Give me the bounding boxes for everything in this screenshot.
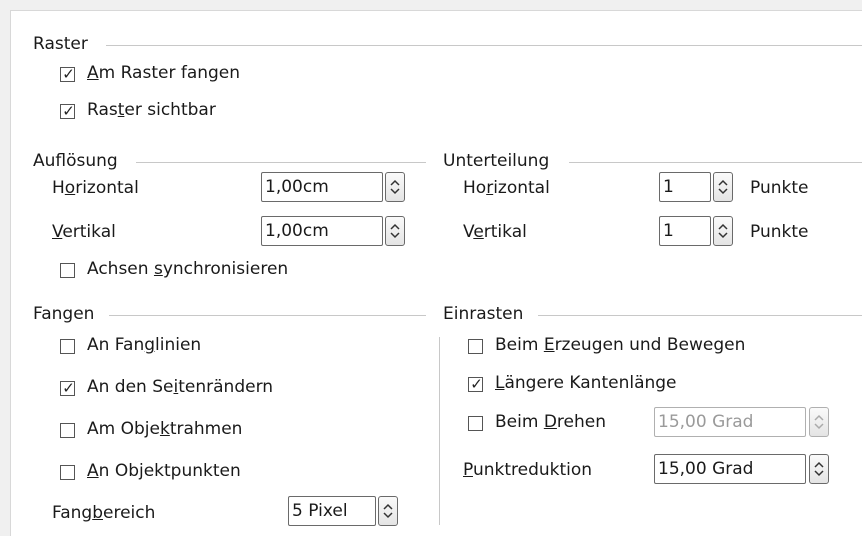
section-divider-snap bbox=[109, 315, 426, 316]
section-title-subdivision: Unterteilung bbox=[443, 151, 550, 171]
rotate-label[interactable]: Beim Drehen bbox=[495, 412, 606, 432]
longer-edge-label[interactable]: Längere Kantenlänge bbox=[495, 373, 677, 393]
section-divider-subdivision bbox=[569, 162, 862, 163]
column-divider bbox=[439, 337, 440, 525]
spin-arrows-icon[interactable] bbox=[385, 172, 405, 202]
point-reduction-input[interactable]: 15,00 Grad bbox=[654, 454, 806, 484]
resolution-horizontal-label: Horizontal bbox=[52, 178, 139, 198]
grid-visible-label[interactable]: Raster sichtbar bbox=[87, 100, 216, 120]
snap-to-grid-checkbox[interactable]: ✓ bbox=[60, 65, 75, 83]
section-divider-constrain bbox=[538, 315, 862, 316]
section-title-raster: Raster bbox=[33, 34, 88, 54]
subdivision-horizontal-unit: Punkte bbox=[750, 178, 809, 198]
object-points-checkbox[interactable] bbox=[60, 465, 75, 480]
spin-arrows-icon[interactable] bbox=[809, 407, 829, 437]
spin-arrows-icon[interactable] bbox=[378, 496, 398, 526]
checkmark-icon: ✓ bbox=[62, 65, 75, 83]
spin-arrows-icon[interactable] bbox=[713, 172, 733, 202]
object-frame-checkbox[interactable] bbox=[60, 423, 75, 438]
checkmark-icon: ✓ bbox=[62, 102, 75, 120]
subdivision-vertical-unit: Punkte bbox=[750, 222, 809, 242]
snap-lines-checkbox[interactable] bbox=[60, 339, 75, 354]
snap-to-grid-label[interactable]: Am Raster fangen bbox=[87, 63, 240, 83]
section-title-constrain: Einrasten bbox=[443, 304, 524, 324]
longer-edge-checkbox[interactable]: ✓ bbox=[468, 375, 483, 393]
resolution-vertical-input[interactable]: 1,00cm bbox=[261, 216, 383, 246]
rotate-checkbox[interactable] bbox=[468, 416, 483, 431]
section-divider-raster bbox=[106, 45, 862, 46]
resolution-vertical-spinbox[interactable]: 1,00cm bbox=[261, 216, 409, 246]
snap-range-input[interactable]: 5 Pixel bbox=[288, 496, 376, 526]
create-move-label[interactable]: Beim Erzeugen und Bewegen bbox=[495, 335, 745, 355]
subdivision-vertical-input[interactable]: 1 bbox=[659, 216, 711, 246]
create-move-checkbox[interactable] bbox=[468, 339, 483, 354]
point-reduction-spinbox[interactable]: 15,00 Grad bbox=[654, 454, 831, 484]
snap-lines-label[interactable]: An Fanglinien bbox=[87, 335, 201, 355]
spin-arrows-icon[interactable] bbox=[385, 216, 405, 246]
rotate-angle-spinbox[interactable]: 15,00 Grad bbox=[654, 407, 831, 437]
spin-arrows-icon[interactable] bbox=[809, 454, 829, 484]
resolution-horizontal-input[interactable]: 1,00cm bbox=[261, 172, 383, 202]
checkmark-icon: ✓ bbox=[470, 375, 483, 393]
checkmark-icon: ✓ bbox=[62, 379, 75, 397]
section-divider-resolution bbox=[136, 162, 426, 163]
object-points-label[interactable]: An Objektpunkten bbox=[87, 461, 241, 481]
section-title-snap: Fangen bbox=[33, 304, 95, 324]
page-margins-checkbox[interactable]: ✓ bbox=[60, 379, 75, 397]
subdivision-vertical-label: Vertikal bbox=[463, 222, 527, 242]
sync-axes-label[interactable]: Achsen synchronisieren bbox=[87, 259, 288, 279]
subdivision-horizontal-input[interactable]: 1 bbox=[659, 172, 711, 202]
resolution-horizontal-spinbox[interactable]: 1,00cm bbox=[261, 172, 409, 202]
subdivision-horizontal-label: Horizontal bbox=[463, 178, 550, 198]
rotate-angle-input[interactable]: 15,00 Grad bbox=[654, 407, 806, 437]
sync-axes-checkbox[interactable] bbox=[60, 263, 75, 278]
subdivision-vertical-spinbox[interactable]: 1 bbox=[659, 216, 735, 246]
resolution-vertical-label: Vertikal bbox=[52, 222, 116, 242]
point-reduction-label: Punktreduktion bbox=[463, 460, 593, 480]
object-frame-label[interactable]: Am Objektrahmen bbox=[87, 419, 242, 439]
spin-arrows-icon[interactable] bbox=[713, 216, 733, 246]
grid-visible-checkbox[interactable]: ✓ bbox=[60, 102, 75, 120]
section-title-resolution: Auflösung bbox=[33, 151, 118, 171]
subdivision-horizontal-spinbox[interactable]: 1 bbox=[659, 172, 735, 202]
page-margins-label[interactable]: An den Seitenrändern bbox=[87, 377, 273, 397]
snap-range-spinbox[interactable]: 5 Pixel bbox=[288, 496, 400, 526]
snap-range-label: Fangbereich bbox=[52, 503, 156, 523]
grid-options-panel: Raster ✓ Am Raster fangen ✓ Raster sicht… bbox=[10, 10, 862, 536]
